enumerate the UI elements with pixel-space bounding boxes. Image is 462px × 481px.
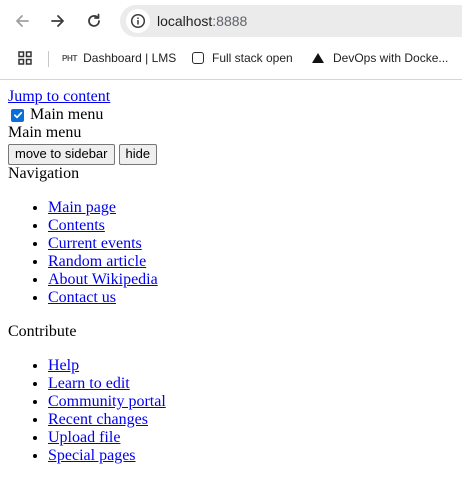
- contribute-link-upload-file[interactable]: Upload file: [48, 429, 120, 446]
- list-item: Upload file: [48, 429, 458, 447]
- bookmark-label: Dashboard | LMS: [83, 51, 177, 65]
- url-port: :8888: [212, 13, 248, 29]
- contribute-link-community-portal[interactable]: Community portal: [48, 393, 166, 410]
- bookmark-devops-docker[interactable]: DevOps with Docke...: [312, 42, 448, 74]
- list-item: Recent changes: [48, 411, 458, 429]
- jump-to-content-link[interactable]: Jump to content: [8, 88, 458, 106]
- navigation-list: Main page Contents Current events Random…: [8, 199, 458, 307]
- list-item: Special pages: [48, 447, 458, 465]
- list-item: Help: [48, 357, 458, 375]
- bookmark-separator: [48, 51, 49, 67]
- move-to-sidebar-button[interactable]: move to sidebar: [8, 143, 115, 165]
- forward-arrow-icon[interactable]: [43, 6, 73, 36]
- apps-grid-icon[interactable]: [18, 42, 32, 74]
- hide-button[interactable]: hide: [118, 143, 158, 165]
- contribute-link-special-pages[interactable]: Special pages: [48, 447, 136, 464]
- navigation-heading: Navigation: [8, 165, 80, 182]
- bookmark-dashboard-lms[interactable]: PHT Dashboard | LMS: [62, 42, 176, 74]
- back-arrow-icon[interactable]: [7, 6, 37, 36]
- list-item: Current events: [48, 235, 458, 253]
- nav-link-current-events[interactable]: Current events: [48, 235, 142, 252]
- contribute-link-help[interactable]: Help: [48, 357, 79, 374]
- list-item: Random article: [48, 253, 458, 271]
- address-bar[interactable]: localhost:8888: [120, 5, 462, 37]
- square-favicon-icon: [192, 52, 204, 64]
- triangle-favicon-icon: [312, 53, 324, 63]
- main-menu-checkbox[interactable]: [11, 108, 24, 122]
- bookmark-full-stack-open[interactable]: Full stack open: [192, 42, 293, 74]
- main-menu-checkbox-label: Main menu: [30, 106, 104, 123]
- bookmark-label: DevOps with Docke...: [333, 51, 449, 65]
- page-content: Jump to content Main menu Main menu move…: [8, 88, 458, 481]
- nav-link-main-page[interactable]: Main page: [48, 199, 116, 216]
- nav-link-contact-us[interactable]: Contact us: [48, 289, 116, 306]
- site-info-icon[interactable]: [126, 9, 150, 33]
- menu-buttons: move to sidebar hide: [8, 143, 458, 165]
- pht-logo-icon: PHT: [62, 53, 78, 63]
- bookmark-label: Full stack open: [212, 51, 293, 65]
- main-menu-toggle[interactable]: Main menu: [8, 106, 458, 124]
- contribute-link-learn-to-edit[interactable]: Learn to edit: [48, 375, 130, 392]
- list-item: Learn to edit: [48, 375, 458, 393]
- nav-link-about-wikipedia[interactable]: About Wikipedia: [48, 271, 158, 288]
- contribute-list: Help Learn to edit Community portal Rece…: [8, 357, 458, 465]
- list-item: About Wikipedia: [48, 271, 458, 289]
- list-item: Contents: [48, 217, 458, 235]
- browser-chrome: localhost:8888 PHT Dashboard | LMS Full …: [0, 0, 462, 80]
- list-item: Contact us: [48, 289, 458, 307]
- url-text: localhost:8888: [157, 5, 247, 37]
- browser-toolbar: localhost:8888: [0, 0, 462, 42]
- contribute-link-recent-changes[interactable]: Recent changes: [48, 411, 148, 428]
- bookmarks-bar: PHT Dashboard | LMS Full stack open DevO…: [0, 42, 462, 74]
- reload-icon[interactable]: [79, 6, 109, 36]
- contribute-heading: Contribute: [8, 323, 77, 340]
- url-host: localhost: [157, 13, 213, 29]
- nav-link-contents[interactable]: Contents: [48, 217, 105, 234]
- nav-link-random-article[interactable]: Random article: [48, 253, 146, 270]
- main-menu-heading: Main menu: [8, 124, 82, 141]
- list-item: Main page: [48, 199, 458, 217]
- list-item: Community portal: [48, 393, 458, 411]
